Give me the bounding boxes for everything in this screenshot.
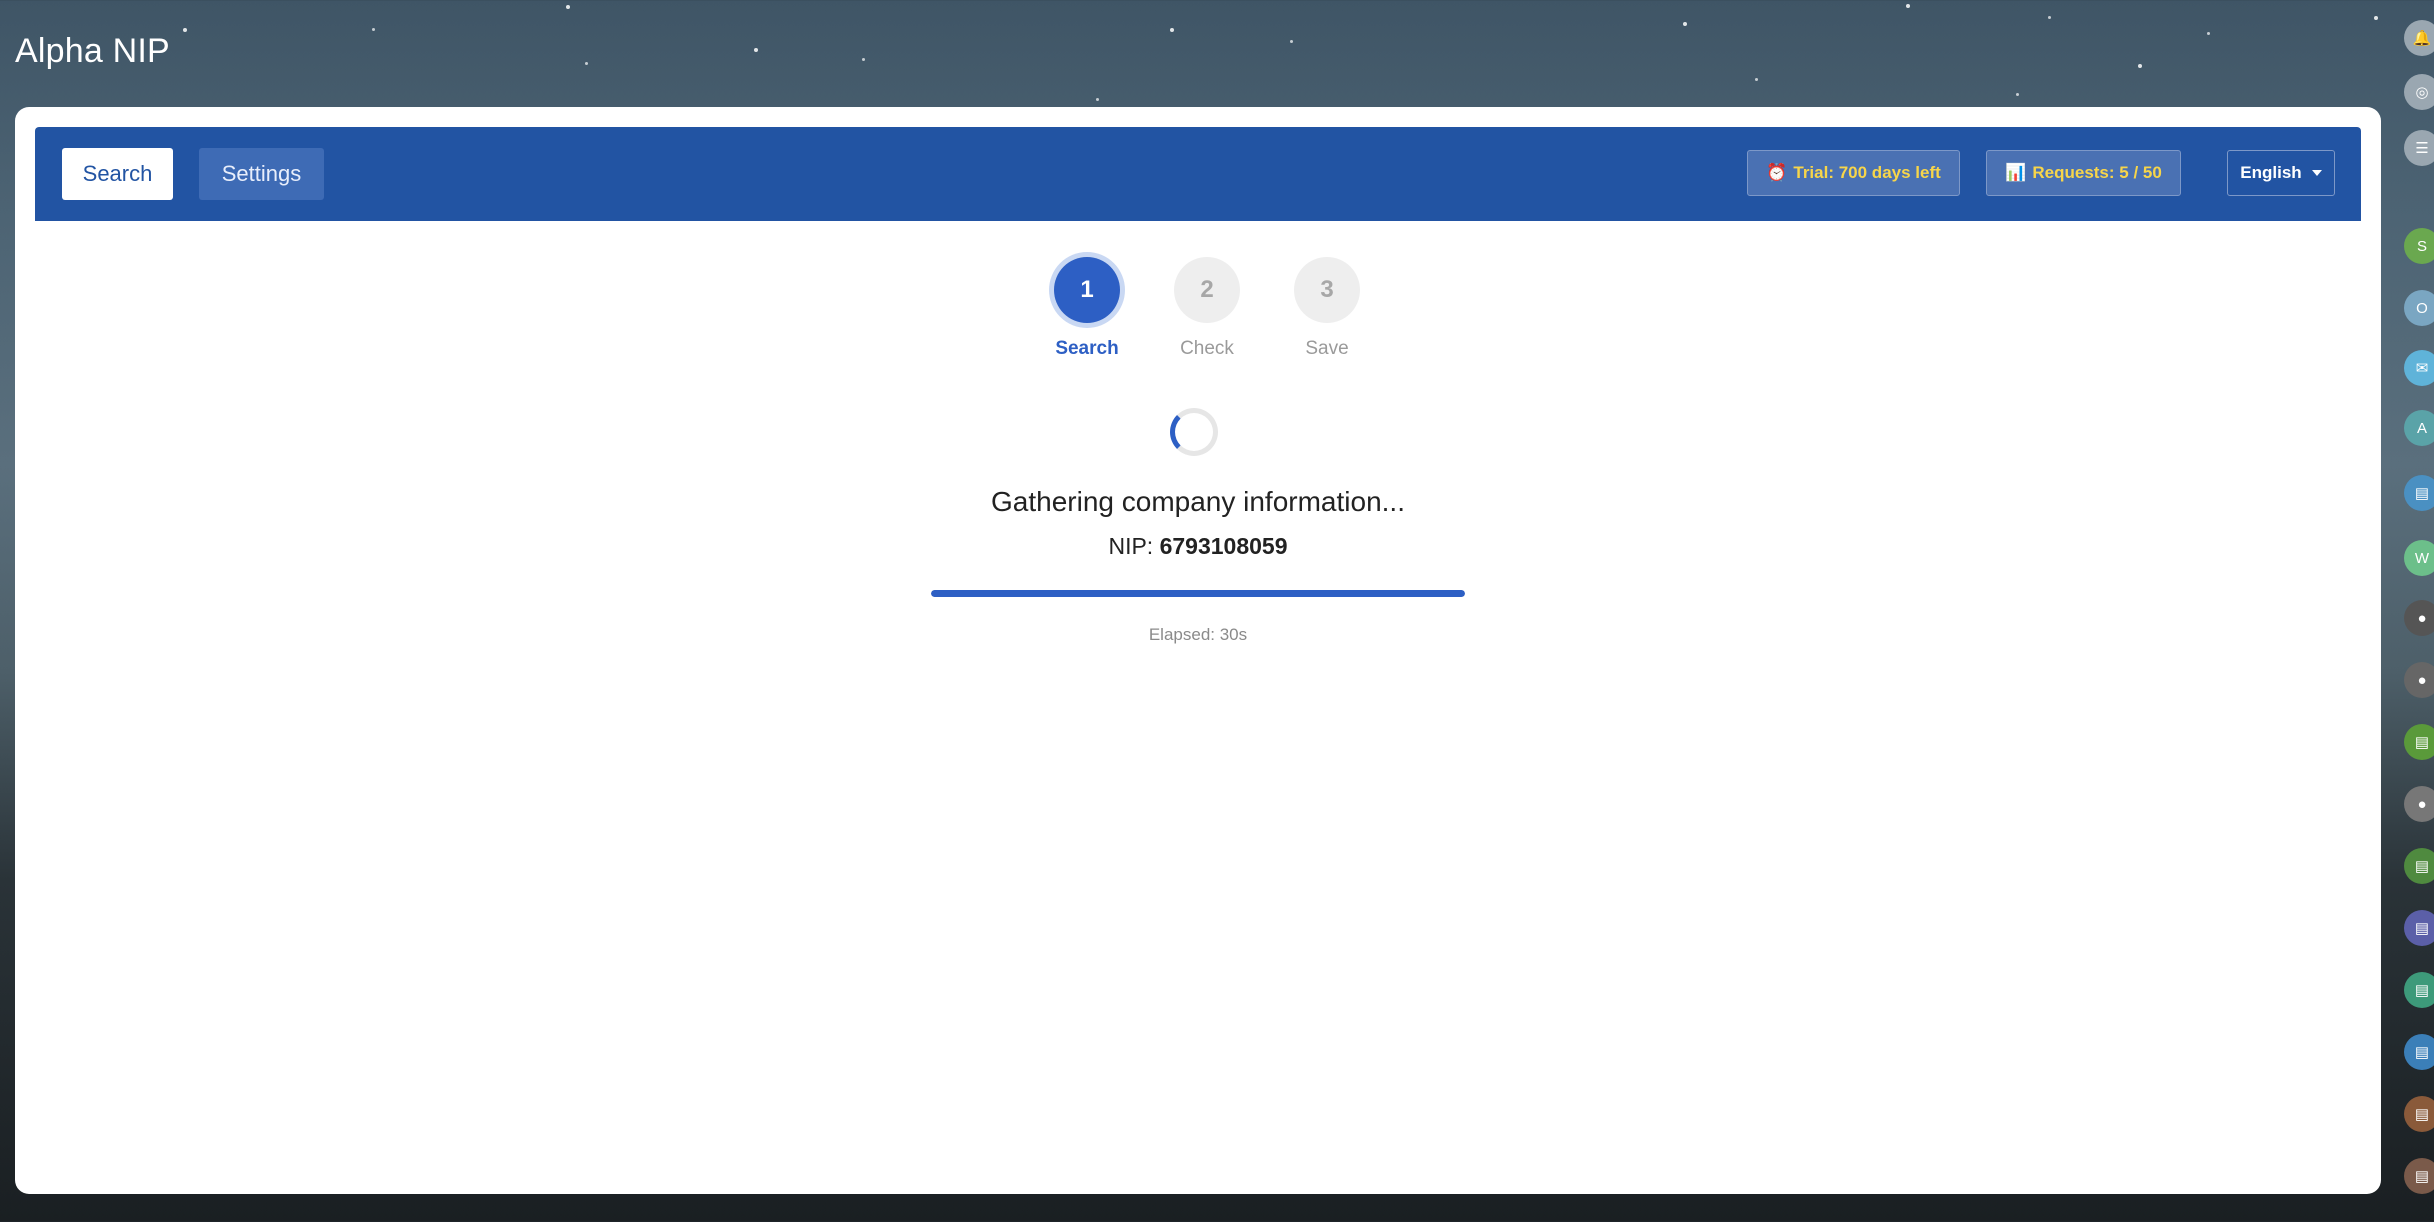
progress-stepper: 1 Search 2 Check 3 Save xyxy=(15,257,2381,377)
app-icon[interactable]: ▤ xyxy=(2404,724,2434,760)
tab-settings[interactable]: Settings xyxy=(199,148,324,200)
app-icon[interactable]: ▤ xyxy=(2404,972,2434,1008)
language-dropdown[interactable]: English xyxy=(2227,150,2335,196)
avatar[interactable]: ● xyxy=(2404,600,2434,636)
main-panel: Search Settings ⏰ Trial: 700 days left 📊… xyxy=(15,107,2381,1194)
avatar[interactable]: ● xyxy=(2404,662,2434,698)
alarm-clock-icon: ⏰ xyxy=(1766,163,1788,182)
progress-bar-fill xyxy=(931,590,1465,597)
language-selected: English xyxy=(2240,163,2302,182)
elapsed-time: Elapsed: 30s xyxy=(1148,625,1248,644)
requests-badge: 📊 Requests: 5 / 50 xyxy=(1986,150,2181,196)
top-navigation-bar: Search Settings ⏰ Trial: 700 days left 📊… xyxy=(35,127,2361,221)
step-search: 1 Search xyxy=(1042,257,1132,360)
step-circle: 1 xyxy=(1054,257,1120,323)
app-icon[interactable]: W xyxy=(2404,540,2434,576)
app-icon[interactable]: ▤ xyxy=(2404,848,2434,884)
target-icon[interactable]: ◎ xyxy=(2404,74,2434,110)
app-icon[interactable]: O xyxy=(2404,290,2434,326)
chevron-down-icon xyxy=(2311,170,2322,176)
step-save: 3 Save xyxy=(1282,257,1372,360)
avatar[interactable]: ● xyxy=(2404,786,2434,822)
nip-line: NIP: 6793108059 xyxy=(15,533,2381,560)
requests-text: Requests: 5 / 50 xyxy=(2032,163,2162,182)
trial-badge: ⏰ Trial: 700 days left xyxy=(1747,150,1960,196)
app-icon[interactable]: S xyxy=(2404,228,2434,264)
step-circle: 3 xyxy=(1294,257,1360,323)
step-label: Save xyxy=(1305,338,1349,359)
step-label: Check xyxy=(1180,338,1234,359)
app-icon[interactable]: ▤ xyxy=(2404,1158,2434,1194)
app-icon[interactable]: ✉ xyxy=(2404,350,2434,386)
tab-search[interactable]: Search xyxy=(62,148,173,200)
trial-text: Trial: 700 days left xyxy=(1793,163,1941,182)
nip-label: NIP: xyxy=(1108,533,1154,559)
app-title: Alpha NIP xyxy=(15,32,170,70)
app-icon[interactable]: A xyxy=(2404,410,2434,446)
nip-value: 6793108059 xyxy=(1159,533,1288,559)
loading-message: Gathering company information... xyxy=(991,486,1405,517)
right-sidebar-rail: 🔔 ◎ ☰ S O ✉ A ▤ W ● ● ▤ ● ▤ ▤ ▤ ▤ ▤ ▤ xyxy=(2396,0,2434,1222)
app-icon[interactable]: ▤ xyxy=(2404,910,2434,946)
app-icon[interactable]: ▤ xyxy=(2404,475,2434,511)
step-circle: 2 xyxy=(1174,257,1240,323)
bell-icon[interactable]: 🔔 xyxy=(2404,20,2434,56)
app-icon[interactable]: ▤ xyxy=(2404,1034,2434,1070)
chat-icon[interactable]: ☰ xyxy=(2404,130,2434,166)
step-check: 2 Check xyxy=(1162,257,1252,360)
loading-spinner-icon xyxy=(1170,408,1218,456)
step-label: Search xyxy=(1055,338,1119,359)
progress-bar xyxy=(931,590,1465,597)
bar-chart-icon: 📊 xyxy=(2005,163,2027,182)
app-icon[interactable]: ▤ xyxy=(2404,1096,2434,1132)
